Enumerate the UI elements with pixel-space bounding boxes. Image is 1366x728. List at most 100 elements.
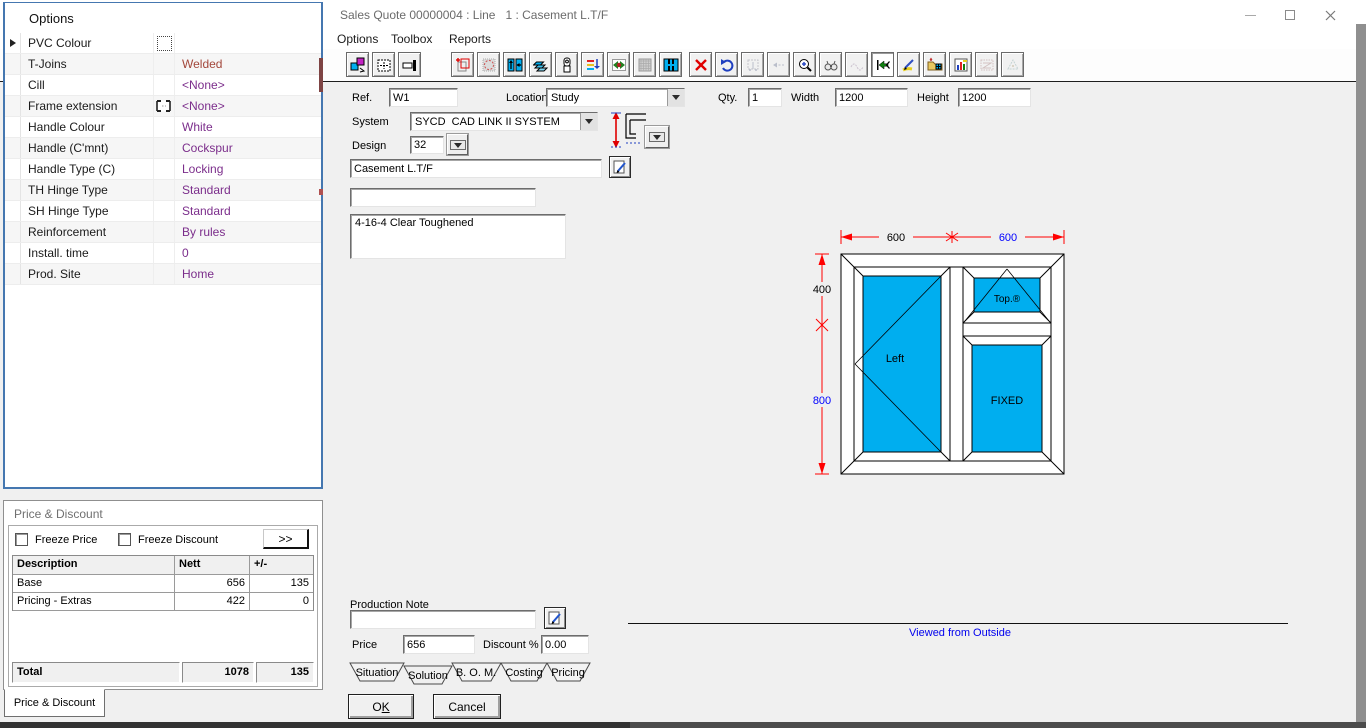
swap-arrows-button[interactable] xyxy=(871,52,894,77)
option-row-sh-hinge[interactable]: SH Hinge Type Standard xyxy=(5,201,321,222)
frame-dimensions-button[interactable] xyxy=(372,52,395,77)
option-value[interactable]: 0 xyxy=(175,243,321,263)
table-row[interactable]: Base 656 135 xyxy=(13,575,313,593)
option-value[interactable]: Cockspur xyxy=(175,138,321,158)
option-button-cell[interactable] xyxy=(154,138,175,158)
vent-split-button[interactable] xyxy=(503,52,526,77)
swap-arrows-icon xyxy=(875,57,891,73)
option-value[interactable]: Home xyxy=(175,264,321,284)
maximize-button[interactable] xyxy=(1270,0,1310,30)
option-button-cell[interactable] xyxy=(154,33,175,53)
option-value[interactable]: Standard xyxy=(175,180,321,200)
expand-button[interactable]: >> xyxy=(263,529,309,549)
option-value[interactable]: Welded xyxy=(175,54,321,74)
description-input[interactable] xyxy=(350,159,602,178)
freeze-discount-checkbox[interactable] xyxy=(118,533,131,546)
option-row-handle-type[interactable]: Handle Type (C) Locking xyxy=(5,159,321,180)
system-dropdown-button[interactable] xyxy=(580,113,597,130)
minimize-button[interactable] xyxy=(1230,0,1270,30)
location-dropdown-button[interactable] xyxy=(667,89,684,106)
tab-situation[interactable]: Situation xyxy=(350,663,404,681)
option-button-cell[interactable] xyxy=(154,54,175,74)
production-note-input[interactable] xyxy=(350,610,536,629)
option-button-cell[interactable] xyxy=(154,201,175,221)
freeze-price-checkbox[interactable] xyxy=(15,533,28,546)
transom-button[interactable] xyxy=(659,52,682,77)
option-row-handle-colour[interactable]: Handle Colour White xyxy=(5,117,321,138)
ref-input[interactable] xyxy=(389,88,458,107)
price-discount-tab[interactable]: Price & Discount xyxy=(4,689,105,717)
menu-reports[interactable]: Reports xyxy=(449,32,491,46)
cill-extension-button[interactable] xyxy=(398,52,421,77)
option-row-cill[interactable]: Cill <None> xyxy=(5,75,321,96)
copy-options-button[interactable] xyxy=(346,52,369,77)
glass-spec-box[interactable]: 4-16-4 Clear Toughened xyxy=(350,214,566,259)
menu-toolbox[interactable]: Toolbox xyxy=(391,32,432,46)
option-row-pvc-colour[interactable]: PVC Colour xyxy=(5,33,321,54)
discount-input[interactable] xyxy=(541,635,589,654)
undo-button[interactable] xyxy=(715,52,738,77)
option-button-cell[interactable] xyxy=(154,264,175,284)
option-row-handle-cmnt[interactable]: Handle (C'mnt) Cockspur xyxy=(5,138,321,159)
option-row-prod-site[interactable]: Prod. Site Home xyxy=(5,264,321,285)
width-input[interactable] xyxy=(835,88,908,107)
location-select[interactable]: Study xyxy=(546,88,685,107)
handle-button[interactable] xyxy=(555,52,578,77)
cancel-button[interactable]: Cancel xyxy=(433,694,501,719)
tab-solution-active[interactable]: Solution xyxy=(404,666,452,684)
profile-dropdown-button[interactable] xyxy=(645,126,669,148)
option-button-cell[interactable] xyxy=(154,75,175,95)
mesh-button[interactable] xyxy=(633,52,656,77)
option-row-reinforcement[interactable]: Reinforcement By rules xyxy=(5,222,321,243)
option-value[interactable]: Standard xyxy=(175,201,321,221)
option-value[interactable]: Locking xyxy=(175,159,321,179)
option-value[interactable]: By rules xyxy=(175,222,321,242)
ok-button[interactable]: OK xyxy=(348,694,414,719)
option-row-th-hinge[interactable]: TH Hinge Type Standard xyxy=(5,180,321,201)
window-drawing[interactable]: 600 600 400 800 Left xyxy=(795,222,1085,490)
close-button[interactable] xyxy=(1310,0,1350,30)
find-button[interactable] xyxy=(819,52,842,77)
dimension-icon xyxy=(745,57,761,73)
tab-bom[interactable]: B. O. M. xyxy=(452,663,501,681)
qty-input[interactable] xyxy=(748,88,782,107)
left-sash[interactable]: Left xyxy=(854,267,950,461)
glazing-button[interactable] xyxy=(529,52,552,77)
price-input[interactable] xyxy=(403,635,475,654)
option-value[interactable]: <None> xyxy=(175,75,321,95)
table-row[interactable]: Pricing - Extras 422 0 xyxy=(13,593,313,611)
option-value[interactable]: White xyxy=(175,117,321,137)
edit-description-button[interactable] xyxy=(609,156,631,178)
option-value[interactable]: <None> xyxy=(175,96,321,116)
sash-options-button[interactable] xyxy=(581,52,604,77)
option-button-cell[interactable] xyxy=(154,96,175,116)
label-pen-button[interactable] xyxy=(897,52,920,77)
row-indicator-cell xyxy=(5,96,21,116)
bay-mesh-button[interactable] xyxy=(477,52,500,77)
option-button-cell[interactable] xyxy=(154,243,175,263)
system-select[interactable]: SYCD CAD LINK II SYSTEM xyxy=(410,112,598,131)
option-row-t-joins[interactable]: T-Joins Welded xyxy=(5,54,321,75)
design-dropdown-button[interactable] xyxy=(447,134,468,155)
zoom-button[interactable] xyxy=(793,52,816,77)
add-frame-button[interactable] xyxy=(451,52,474,77)
height-input[interactable] xyxy=(958,88,1031,107)
fixed-pane[interactable]: FIXED xyxy=(963,336,1051,461)
design-input[interactable] xyxy=(410,136,444,154)
tab-costing[interactable]: Costing xyxy=(501,663,547,681)
option-button-cell[interactable] xyxy=(154,222,175,242)
option-button-cell[interactable] xyxy=(154,117,175,137)
edit-production-note-button[interactable] xyxy=(544,607,566,629)
note2-input[interactable] xyxy=(350,188,536,207)
tab-pricing[interactable]: Pricing xyxy=(547,663,590,681)
option-row-frame-extension[interactable]: Frame extension <None> xyxy=(5,96,321,117)
option-button-cell[interactable] xyxy=(154,159,175,179)
price-chart-button[interactable] xyxy=(949,52,972,77)
export-window-button[interactable] xyxy=(923,52,946,77)
menu-options[interactable]: Options xyxy=(337,32,378,46)
hardware-button[interactable] xyxy=(607,52,630,77)
option-button-cell[interactable] xyxy=(154,180,175,200)
delete-button[interactable] xyxy=(689,52,712,77)
option-value[interactable] xyxy=(175,33,321,53)
option-row-install-time[interactable]: Install. time 0 xyxy=(5,243,321,264)
